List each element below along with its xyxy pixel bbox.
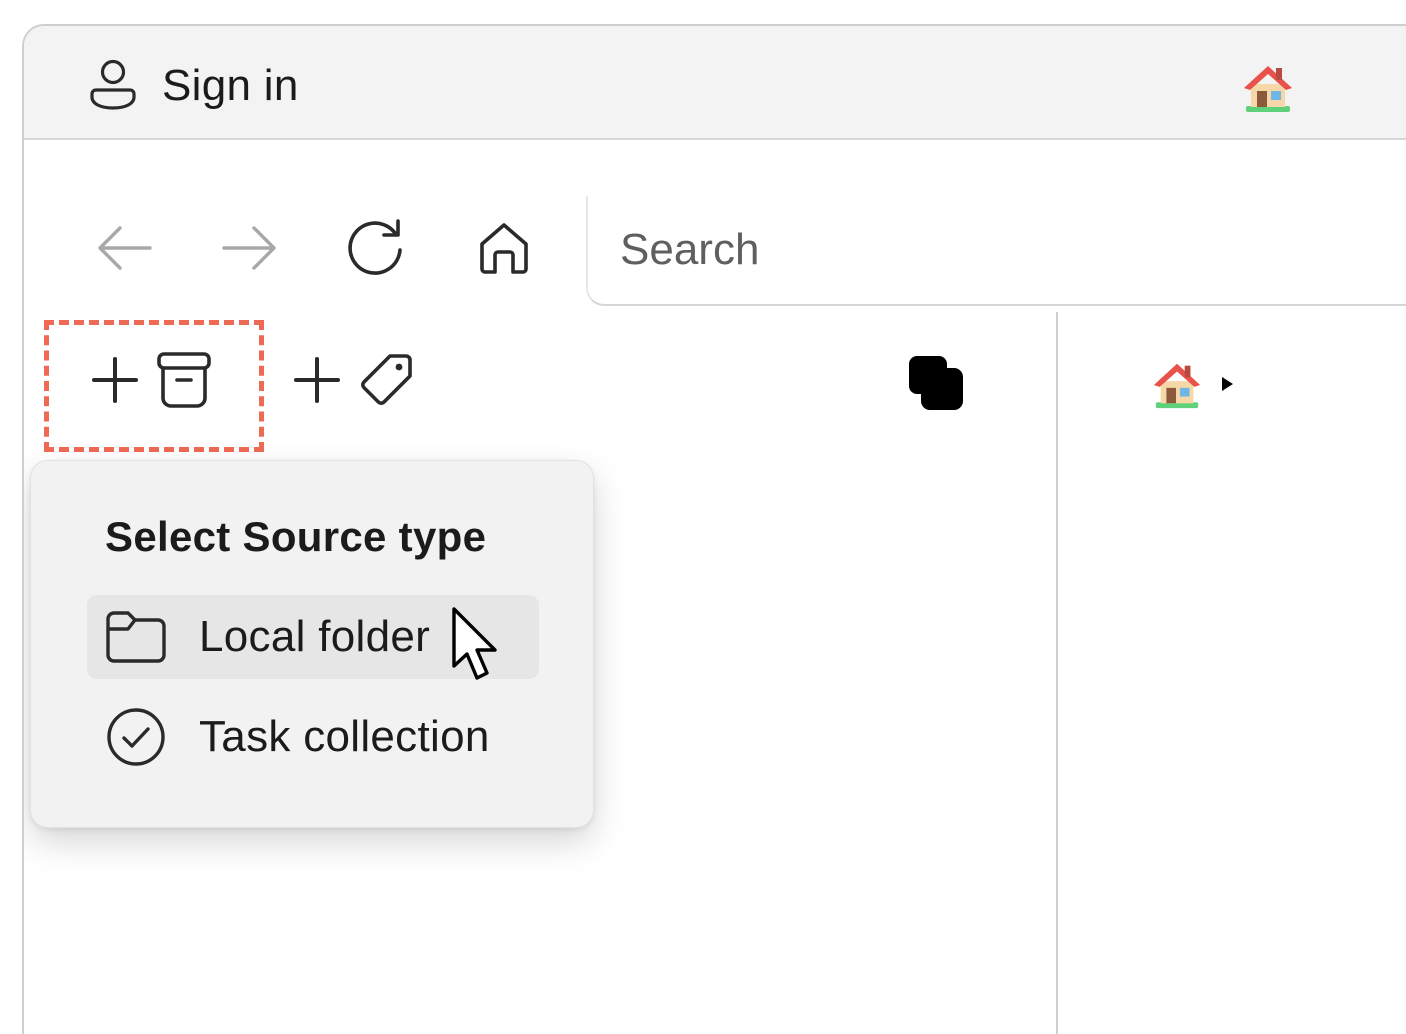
copy-button[interactable] bbox=[904, 338, 966, 430]
copy-icon bbox=[904, 351, 966, 418]
navigation-bar bbox=[24, 142, 1406, 312]
folder-icon bbox=[103, 604, 169, 670]
plus-icon bbox=[292, 355, 342, 410]
add-source-button[interactable] bbox=[90, 336, 214, 428]
refresh-icon bbox=[345, 217, 407, 284]
menu-item-local-folder[interactable]: Local folder bbox=[87, 595, 539, 679]
popup-title: Select Source type bbox=[105, 513, 487, 560]
browser-window: Sign in Search Select Source type Local … bbox=[22, 24, 1406, 1034]
forward-button[interactable] bbox=[210, 210, 290, 290]
home-icon bbox=[475, 219, 533, 282]
house-emoji-icon bbox=[1240, 60, 1296, 114]
home-button[interactable] bbox=[464, 210, 544, 290]
add-tag-button[interactable] bbox=[292, 336, 416, 428]
sign-in-button[interactable]: Sign in bbox=[90, 58, 299, 114]
person-icon bbox=[90, 58, 136, 115]
source-type-popup: Select Source type Local folder Task col… bbox=[30, 460, 594, 828]
caret-right-icon[interactable] bbox=[1218, 375, 1236, 398]
tag-icon bbox=[356, 350, 416, 415]
plus-icon bbox=[90, 355, 140, 410]
breadcrumb bbox=[1150, 358, 1236, 414]
search-input[interactable] bbox=[620, 218, 1400, 282]
arrow-left-icon bbox=[94, 223, 154, 278]
house-emoji-icon[interactable] bbox=[1150, 358, 1204, 415]
menu-item-task-collection[interactable]: Task collection bbox=[87, 695, 539, 779]
menu-item-label: Local folder bbox=[199, 612, 431, 661]
check-circle-icon bbox=[103, 704, 169, 770]
refresh-button[interactable] bbox=[336, 210, 416, 290]
back-button[interactable] bbox=[84, 210, 164, 290]
sign-in-label: Sign in bbox=[162, 61, 299, 110]
archive-icon bbox=[154, 348, 214, 417]
search-box[interactable] bbox=[586, 196, 1406, 306]
title-bar: Sign in bbox=[24, 26, 1406, 140]
pane-divider bbox=[1056, 312, 1058, 1034]
menu-item-label: Task collection bbox=[199, 712, 490, 761]
arrow-right-icon bbox=[220, 223, 280, 278]
